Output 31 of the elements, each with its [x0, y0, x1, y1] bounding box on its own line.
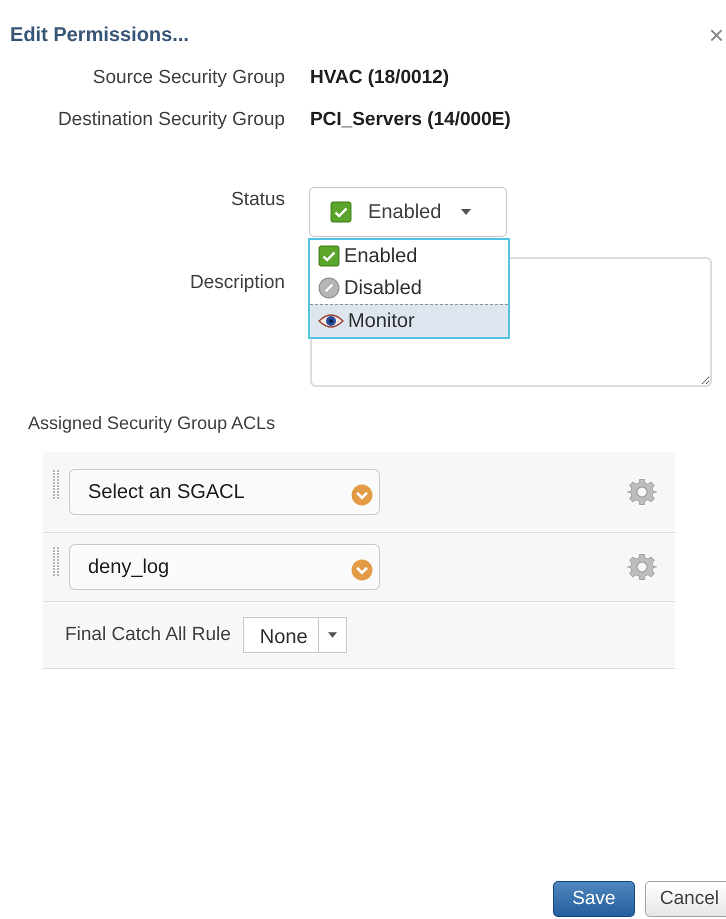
menu-item[interactable]: Enabled	[310, 240, 508, 272]
cancel-button[interactable]: Cancel	[644, 881, 726, 917]
chevron-down-icon	[351, 484, 373, 506]
settings-icon[interactable]	[627, 552, 657, 582]
menu-item[interactable]: Disabled	[310, 272, 508, 304]
field-label: Final Catch All Rule	[65, 624, 231, 646]
close-button[interactable]: ×	[708, 20, 724, 51]
caret-icon	[461, 209, 472, 215]
drag-handle-icon[interactable]	[53, 547, 59, 577]
checkmark-icon	[318, 245, 340, 267]
menu-item[interactable]: Monitor	[310, 304, 508, 337]
sgacl-select[interactable]: deny_log	[69, 544, 380, 590]
field-label: Status	[231, 189, 285, 211]
field-value: PCI_Servers (14/000E)	[310, 109, 512, 131]
field-label: Description	[190, 272, 285, 294]
field-label: Source Security Group	[92, 67, 285, 89]
field-value: HVAC (18/0012)	[310, 67, 450, 89]
field-label: Destination Security Group	[58, 109, 285, 131]
section-title: Assigned Security Group ACLs	[28, 413, 276, 434]
sgacl-select[interactable]: Select an SGACL	[69, 469, 380, 515]
chevron-down-icon	[351, 559, 373, 581]
status-dropdown[interactable]: Enabled	[309, 187, 507, 237]
disabled-icon	[318, 277, 340, 299]
rule-dropdown[interactable]: None	[242, 617, 347, 653]
drag-handle-icon[interactable]	[53, 470, 59, 500]
dialog-title: Edit Permissions...	[10, 24, 189, 47]
settings-icon[interactable]	[627, 477, 657, 507]
checkmark-icon	[330, 201, 352, 223]
save-button[interactable]: Save	[552, 881, 635, 917]
eye-icon	[318, 312, 344, 330]
caret-icon	[328, 632, 337, 638]
